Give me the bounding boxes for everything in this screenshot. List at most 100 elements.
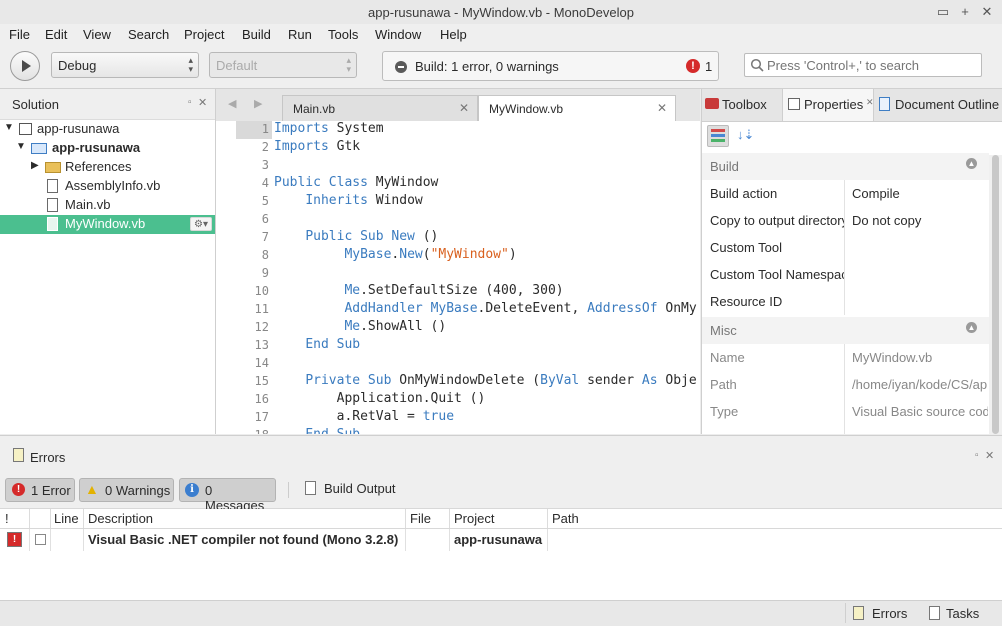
property-row[interactable]: Resource ID bbox=[702, 288, 989, 315]
panel-close-icon[interactable]: ✕ bbox=[985, 449, 994, 462]
menu-project[interactable]: Project bbox=[184, 27, 224, 42]
close-tab-icon[interactable]: ✕ bbox=[657, 101, 667, 115]
property-row[interactable]: Type Visual Basic source code bbox=[702, 398, 989, 425]
code-line[interactable]: 12 Me.ShowAll () bbox=[216, 319, 700, 337]
column-header-project[interactable]: Project bbox=[449, 509, 548, 528]
menu-build[interactable]: Build bbox=[242, 27, 271, 42]
menu-bar: File Edit View Search Project Build Run … bbox=[0, 24, 1002, 46]
tab-scroll-right-icon[interactable]: ▶ bbox=[254, 97, 262, 110]
property-value[interactable]: Do not copy bbox=[852, 213, 988, 228]
error-count: 1 bbox=[705, 59, 713, 74]
property-row[interactable]: Name MyWindow.vb bbox=[702, 344, 989, 371]
tree-item-assemblyinfo[interactable]: AssemblyInfo.vb bbox=[0, 177, 215, 196]
close-tab-icon[interactable]: ✕ bbox=[866, 97, 874, 108]
collapse-icon[interactable]: ▲ bbox=[966, 158, 977, 169]
search-input[interactable] bbox=[767, 56, 977, 74]
tab-scroll-left-icon[interactable]: ◀ bbox=[228, 97, 236, 110]
column-header-line[interactable]: Line bbox=[50, 509, 84, 528]
code-editor[interactable]: 1 Imports System 2 Imports Gtk 3 4 Public Clas… bbox=[216, 121, 700, 434]
tree-item-references[interactable]: ▶ References bbox=[0, 158, 215, 177]
code-line[interactable]: 11 AddHandler MyBase.DeleteEvent, Addres… bbox=[216, 301, 700, 319]
code-line[interactable]: 7 Public Sub New () bbox=[216, 229, 700, 247]
search-box[interactable] bbox=[744, 53, 982, 77]
expander-expanded-icon[interactable]: ▼ bbox=[4, 122, 14, 133]
expander-collapsed-icon[interactable]: ▶ bbox=[31, 160, 39, 171]
code-text: Imports Gtk bbox=[274, 139, 361, 154]
menu-tools[interactable]: Tools bbox=[328, 27, 358, 42]
alphabetical-sort-icon[interactable]: ↓⇣ bbox=[737, 127, 757, 147]
expander-expanded-icon[interactable]: ▼ bbox=[16, 141, 26, 152]
menu-search[interactable]: Search bbox=[128, 27, 169, 42]
panel-restore-icon[interactable]: ▫ bbox=[975, 450, 979, 461]
code-line[interactable]: 5 Inherits Window bbox=[216, 193, 700, 211]
code-line[interactable]: 13 End Sub bbox=[216, 337, 700, 355]
status-tasks-button[interactable]: Tasks bbox=[929, 604, 989, 624]
property-row[interactable]: Build action Compile bbox=[702, 180, 989, 207]
run-button[interactable] bbox=[10, 51, 40, 81]
tree-item-main[interactable]: Main.vb bbox=[0, 196, 215, 215]
minimize-icon[interactable]: ▭ bbox=[934, 3, 952, 21]
platform-select[interactable]: Default ▴ ▾ bbox=[209, 52, 357, 78]
code-line[interactable]: 16 Application.Quit () bbox=[216, 391, 700, 409]
filter-warnings-button[interactable]: ▲ 0 Warnings bbox=[79, 478, 174, 502]
done-checkbox[interactable] bbox=[35, 534, 46, 545]
menu-edit[interactable]: Edit bbox=[45, 27, 67, 42]
menu-file[interactable]: File bbox=[9, 27, 30, 42]
property-name: Build action bbox=[710, 186, 778, 201]
build-output-button[interactable]: Build Output bbox=[305, 480, 407, 500]
column-header-severity[interactable]: ! bbox=[0, 509, 29, 528]
categorized-sort-button[interactable] bbox=[707, 125, 729, 147]
restore-icon[interactable]: + bbox=[956, 3, 974, 21]
property-row[interactable]: Custom Tool Namespace bbox=[702, 261, 989, 288]
close-tab-icon[interactable]: ✕ bbox=[459, 101, 469, 115]
menu-run[interactable]: Run bbox=[288, 27, 312, 42]
tree-item-solution[interactable]: ▼ app-rusunawa bbox=[0, 120, 215, 139]
properties-tab-bar: Toolbox Properties ✕ Document Outline bbox=[702, 89, 1002, 122]
properties-scrollbar[interactable] bbox=[989, 155, 1002, 434]
property-row[interactable]: Path/home/iyan/kode/CS/app-rusunawa bbox=[702, 371, 989, 398]
filter-errors-button[interactable]: ! 1 Error bbox=[5, 478, 75, 502]
property-value[interactable]: Compile bbox=[852, 186, 988, 201]
code-line[interactable]: 2 Imports Gtk bbox=[216, 139, 700, 157]
panel-restore-icon[interactable]: ▫ bbox=[188, 97, 192, 108]
code-line[interactable]: 18 End Sub bbox=[216, 427, 700, 434]
close-window-icon[interactable]: ✕ bbox=[978, 3, 996, 21]
code-line[interactable]: 4 Public Class MyWindow bbox=[216, 175, 700, 193]
code-line[interactable]: 15 Private Sub OnMyWindowDelete (ByVal s… bbox=[216, 373, 700, 391]
property-row[interactable]: Copy to output directory Do not copy bbox=[702, 207, 989, 234]
code-line[interactable]: 3 bbox=[216, 157, 700, 175]
tab-mywindow-vb[interactable]: MyWindow.vb ✕ bbox=[478, 95, 676, 122]
panel-close-icon[interactable]: ✕ bbox=[198, 96, 207, 109]
code-line[interactable]: 6 bbox=[216, 211, 700, 229]
code-line[interactable]: 17 a.RetVal = true bbox=[216, 409, 700, 427]
menu-view[interactable]: View bbox=[83, 27, 111, 42]
tab-toolbox[interactable]: Toolbox bbox=[702, 89, 782, 121]
filter-messages-button[interactable]: i 0 Messages bbox=[179, 478, 276, 513]
status-errors-button[interactable]: Errors bbox=[853, 604, 923, 624]
property-row[interactable]: Custom Tool bbox=[702, 234, 989, 261]
menu-window[interactable]: Window bbox=[375, 27, 421, 42]
configuration-select[interactable]: Debug ▴ ▾ bbox=[51, 52, 199, 78]
code-line[interactable]: 9 bbox=[216, 265, 700, 283]
code-line[interactable]: 1 Imports System bbox=[216, 121, 700, 139]
code-line[interactable]: 10 Me.SetDefaultSize (400, 300) bbox=[216, 283, 700, 301]
column-header-done[interactable] bbox=[29, 509, 51, 528]
tab-properties[interactable]: Properties ✕ bbox=[782, 89, 874, 121]
gear-icon[interactable]: ⚙▾ bbox=[190, 217, 212, 231]
column-header-description[interactable]: Description bbox=[83, 509, 406, 528]
category-build[interactable]: Build ▲ bbox=[702, 153, 989, 180]
collapse-icon[interactable]: ▲ bbox=[966, 322, 977, 333]
tab-main-vb[interactable]: Main.vb ✕ bbox=[282, 95, 478, 121]
code-line[interactable]: 8 MyBase.New("MyWindow") bbox=[216, 247, 700, 265]
tree-item-label: References bbox=[65, 159, 132, 174]
tab-document-outline[interactable]: Document Outline bbox=[875, 89, 1002, 121]
category-misc[interactable]: Misc ▲ bbox=[702, 317, 989, 344]
build-status-box[interactable]: Build: 1 error, 0 warnings ! 1 bbox=[382, 51, 719, 81]
menu-help[interactable]: Help bbox=[440, 27, 467, 42]
column-header-path[interactable]: Path bbox=[547, 509, 648, 528]
column-header-file[interactable]: File bbox=[405, 509, 450, 528]
table-row[interactable]: ! Visual Basic .NET compiler not found (… bbox=[0, 529, 1002, 551]
tree-item-mywindow[interactable]: MyWindow.vb ⚙▾ bbox=[0, 215, 215, 234]
code-line[interactable]: 14 bbox=[216, 355, 700, 373]
tree-item-project[interactable]: ▼ app-rusunawa bbox=[0, 139, 215, 158]
